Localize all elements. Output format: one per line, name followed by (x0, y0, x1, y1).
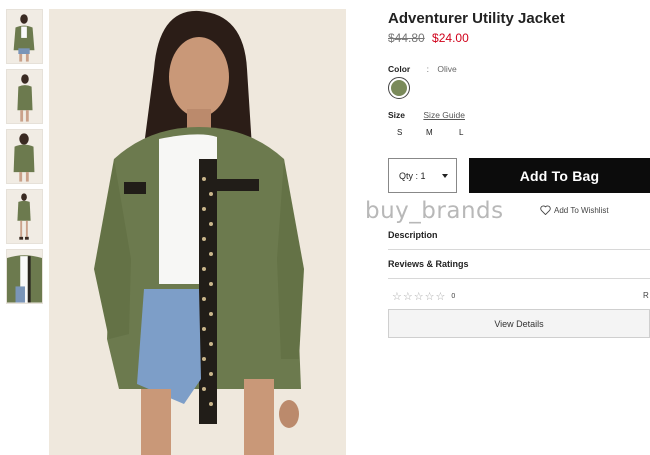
star-empty-icon: ☆ (413, 291, 424, 303)
size-option-m[interactable]: M (426, 128, 433, 137)
size-label: Size (388, 110, 406, 120)
color-label: Color (388, 64, 411, 74)
thumbnail-detail[interactable] (6, 249, 43, 304)
size-option-l[interactable]: L (459, 128, 463, 137)
reviews-ratings-section[interactable]: Reviews & Ratings (388, 259, 650, 269)
product-title: Adventurer Utility Jacket (388, 10, 565, 27)
sale-price: $24.00 (432, 31, 469, 45)
quantity-select[interactable]: Qty : 1 (388, 158, 457, 193)
size-option-s[interactable]: S (397, 128, 402, 137)
color-row: Color : Olive (388, 64, 457, 74)
watermark-text: buy_brands (365, 198, 504, 224)
thumbnail-strip (6, 9, 43, 309)
swatch-fill (391, 80, 407, 96)
original-price: $44.80 (388, 31, 425, 45)
star-empty-icon: ☆ (435, 291, 446, 303)
thumbnail-side[interactable] (6, 69, 43, 124)
model-photo (49, 9, 346, 455)
quantity-label: Qty : 1 (399, 170, 426, 181)
thumbnail-front[interactable] (6, 9, 43, 64)
wishlist-label: Add To Wishlist (554, 205, 609, 215)
star-empty-icon: ☆ (424, 291, 435, 303)
truncated-text: R (643, 291, 649, 300)
star-empty-icon: ☆ (402, 291, 413, 303)
price-row: $44.80 $24.00 (388, 31, 469, 45)
chevron-down-icon (442, 174, 448, 178)
rating-count: 0 (451, 293, 456, 300)
add-to-bag-button[interactable]: Add To Bag (469, 158, 650, 193)
thumbnail-back[interactable] (6, 129, 43, 184)
heart-icon (540, 205, 551, 215)
color-value: Olive (437, 64, 457, 74)
size-options: S M L (388, 128, 478, 140)
main-product-image[interactable] (49, 9, 346, 455)
star-empty-icon: ☆ (392, 291, 402, 303)
model-thumbnail-image (7, 250, 42, 303)
star-rating: ☆ ☆ ☆ ☆ ☆ 0 (392, 290, 455, 303)
description-section[interactable]: Description (388, 230, 650, 240)
model-thumbnail-image (7, 10, 42, 63)
model-thumbnail-image (7, 190, 42, 243)
size-row: Size Size Guide (388, 110, 465, 120)
color-swatch-olive[interactable] (388, 77, 410, 99)
divider (388, 249, 650, 250)
add-to-wishlist-link[interactable]: Add To Wishlist (540, 205, 609, 215)
color-separator: : (426, 64, 429, 74)
divider (388, 278, 650, 279)
model-thumbnail-image (7, 130, 42, 183)
view-details-button[interactable]: View Details (388, 309, 650, 338)
size-guide-link[interactable]: Size Guide (423, 110, 465, 120)
model-thumbnail-image (7, 70, 42, 123)
thumbnail-full[interactable] (6, 189, 43, 244)
